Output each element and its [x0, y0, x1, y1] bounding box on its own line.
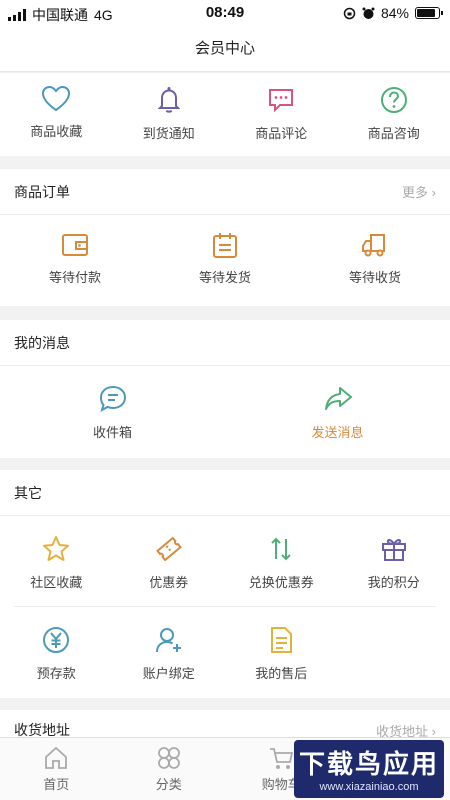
shortcut-label: 商品收藏 — [30, 124, 83, 139]
orders-header[interactable]: 商品订单 更多 › — [0, 169, 450, 215]
orders-panel: 商品订单 更多 › 等待付款 等待发货 等待收货 — [0, 169, 450, 306]
tab-label: 分类 — [155, 777, 182, 792]
exchange-icon — [271, 537, 291, 561]
message-label: 发送消息 — [311, 425, 364, 440]
chat-bubble-icon — [99, 385, 126, 413]
other-points[interactable]: 我的积分 — [338, 534, 450, 606]
tab-category[interactable]: 分类 — [113, 738, 226, 800]
other-after-sales[interactable]: 我的售后 — [225, 625, 338, 682]
other-account-binding[interactable]: 账户绑定 — [113, 625, 226, 682]
wallet-icon — [62, 234, 88, 256]
other-panel: 其它 社区收藏 优惠券 兑换优惠券 我的积分 预存款 账户绑定 我的售后 — [0, 470, 450, 698]
document-icon — [271, 627, 293, 653]
shortcut-favorites[interactable]: 商品收藏 — [0, 85, 113, 142]
shortcut-panel: 商品收藏 到货通知 商品评论 商品咨询 — [0, 73, 450, 156]
other-coupons[interactable]: 优惠券 — [113, 534, 226, 606]
share-arrow-icon — [324, 387, 352, 410]
calendar-icon — [213, 233, 237, 258]
other-label: 预存款 — [36, 666, 76, 681]
page-title: 会员中心 — [0, 26, 450, 72]
category-icon — [157, 747, 180, 769]
other-community-favorites[interactable]: 社区收藏 — [0, 534, 113, 606]
other-label: 兑换优惠券 — [248, 575, 314, 590]
message-inbox[interactable]: 收件箱 — [0, 384, 225, 441]
chevron-right-icon: › — [431, 185, 436, 200]
bell-icon — [157, 87, 181, 113]
address-panel[interactable]: 收货地址 收货地址 › — [0, 710, 450, 740]
watermark-url: www.xiazainiao.com — [319, 781, 419, 793]
battery-icon — [415, 7, 443, 19]
order-label: 等待收货 — [348, 270, 401, 285]
shortcut-arrival-notice[interactable]: 到货通知 — [113, 85, 226, 142]
other-label: 账户绑定 — [142, 666, 195, 681]
coupon-icon — [155, 536, 182, 562]
shortcut-label: 商品咨询 — [367, 126, 420, 141]
other-label: 社区收藏 — [30, 575, 83, 590]
message-send[interactable]: 发送消息 — [225, 384, 450, 441]
truck-icon — [362, 234, 385, 257]
comment-icon — [269, 89, 294, 113]
other-redeem-coupons[interactable]: 兑换优惠券 — [225, 534, 338, 606]
shortcut-inquiry[interactable]: 商品咨询 — [338, 85, 450, 142]
other-prepaid[interactable]: 预存款 — [0, 625, 113, 682]
home-icon — [45, 746, 68, 769]
shortcut-label: 到货通知 — [142, 126, 195, 141]
orders-title: 商品订单 — [14, 183, 70, 200]
heart-icon — [42, 85, 71, 112]
other-title: 其它 — [14, 484, 42, 501]
order-pending-payment[interactable]: 等待付款 — [0, 231, 150, 286]
yen-icon — [43, 627, 70, 653]
messages-title: 我的消息 — [14, 334, 70, 351]
other-header: 其它 — [0, 470, 450, 516]
other-label: 优惠券 — [149, 575, 189, 590]
watermark-logo: 下载鸟应用 www.xiazainiao.com — [294, 740, 444, 798]
message-label: 收件箱 — [92, 425, 132, 440]
shortcut-reviews[interactable]: 商品评论 — [225, 85, 338, 142]
order-pending-receipt[interactable]: 等待收货 — [300, 231, 450, 286]
star-icon — [43, 536, 70, 561]
tab-label: 首页 — [43, 777, 70, 792]
rotation-lock-icon — [343, 7, 356, 19]
order-label: 等待付款 — [48, 270, 101, 285]
gift-icon — [381, 538, 406, 561]
order-label: 等待发货 — [198, 270, 251, 285]
battery-percent: 84% — [380, 5, 409, 21]
other-label: 我的售后 — [255, 666, 308, 681]
messages-panel: 我的消息 收件箱 发送消息 — [0, 320, 450, 458]
messages-header: 我的消息 — [0, 320, 450, 366]
watermark-title: 下载鸟应用 — [298, 749, 439, 779]
shortcut-label: 商品评论 — [255, 126, 308, 141]
other-label: 我的积分 — [367, 575, 420, 590]
orders-more-link[interactable]: 更多 › — [402, 182, 436, 201]
alarm-icon — [362, 7, 375, 19]
order-pending-shipment[interactable]: 等待发货 — [150, 231, 300, 286]
user-add-icon — [155, 628, 181, 653]
tab-home[interactable]: 首页 — [0, 738, 113, 800]
question-icon — [380, 87, 407, 113]
cart-icon — [270, 748, 294, 769]
status-bar: 中国联通 4G 08:49 84% — [0, 0, 450, 26]
